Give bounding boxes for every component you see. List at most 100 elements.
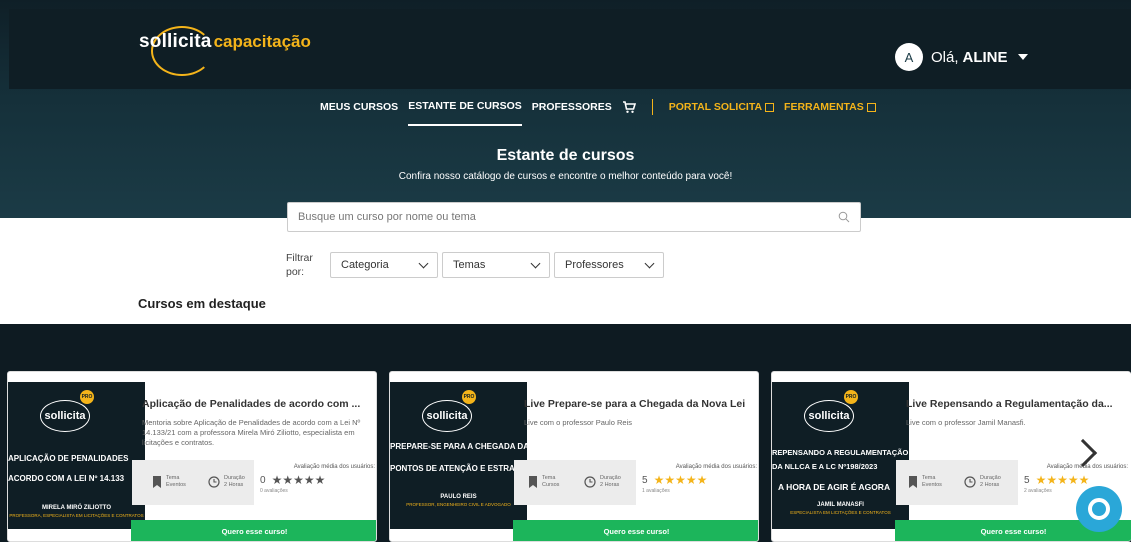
- buy-course-button[interactable]: Quero esse curso!: [131, 520, 376, 541]
- course-card[interactable]: sollicita PRO PREPARE-SE PARA A CHEGADA …: [389, 371, 759, 542]
- chat-button[interactable]: [1076, 486, 1122, 532]
- nav-professores[interactable]: PROFESSORES: [532, 101, 612, 125]
- section-title: Cursos em destaque: [138, 296, 266, 311]
- pro-badge-icon: PRO: [844, 390, 858, 404]
- course-meta: Tema Cursos Duração 2 Horas: [514, 460, 636, 505]
- filter-label-line1: Filtrar: [286, 252, 313, 264]
- external-link-icon: [765, 102, 775, 112]
- sollicita-badge-icon: sollicita: [40, 400, 90, 432]
- chevron-down-icon: [644, 258, 655, 268]
- nav-ferramentas-label: FERRAMENTAS: [784, 101, 864, 113]
- nav-portal-solicita-label: PORTAL SOLICITA: [668, 101, 763, 113]
- search-input[interactable]: [298, 211, 838, 223]
- caret-down-icon: [1017, 54, 1028, 60]
- meta-theme-value: Eventos: [166, 482, 186, 488]
- sollicita-badge-icon: sollicita: [804, 400, 854, 432]
- thumb-teacher-name: JAMIL MANASFI: [817, 502, 864, 508]
- clock-icon: [208, 476, 220, 488]
- star-icon: ★: [1057, 473, 1068, 487]
- pro-badge-icon: PRO: [462, 390, 476, 404]
- page-title: Estante de cursos: [496, 147, 635, 164]
- star-icon: ★: [293, 473, 304, 487]
- brand-logo[interactable]: sollicita capacitação: [139, 26, 311, 76]
- top-bar: sollicita capacitação A Olá, ALINE: [9, 9, 1131, 89]
- category-select-value: Categoria: [341, 259, 389, 271]
- page-subtitle: Confira nosso catálogo de cursos e encon…: [398, 171, 733, 182]
- star-icon: ★: [271, 473, 283, 487]
- cart-icon[interactable]: [622, 100, 636, 126]
- meta-duration-label: Duração: [224, 475, 245, 481]
- filter-label-line2: por:: [286, 266, 305, 278]
- star-icon: ★: [675, 473, 686, 487]
- meta-duration-value: 2 Horas: [980, 482, 1000, 488]
- buy-course-button[interactable]: Quero esse curso!: [513, 520, 758, 541]
- meta-duration-label: Duração: [980, 475, 1001, 481]
- course-thumbnail[interactable]: sollicita PRO PREPARE-SE PARA A CHEGADA …: [390, 382, 527, 529]
- nav-meus-cursos[interactable]: MEUS CURSOS: [320, 101, 398, 125]
- thumb-teacher-role: ESPECIALISTA EM LICITAÇÕES E CONTRATOS: [790, 510, 891, 515]
- teachers-select[interactable]: Professores: [554, 252, 664, 278]
- course-description: Mentoria sobre Aplicação de Penalidades …: [142, 418, 361, 447]
- course-thumbnail[interactable]: sollicita PRO REPENSANDO A REGULAMENTAÇÃ…: [772, 382, 909, 529]
- star-icon: ★: [653, 473, 665, 487]
- nav-portal-solicita[interactable]: PORTAL SOLICITA: [668, 101, 775, 125]
- course-thumbnail[interactable]: sollicita PRO APLICAÇÃO DE PENALIDADES A…: [8, 382, 145, 529]
- clock-icon: [584, 476, 596, 488]
- bookmark-icon: [909, 476, 917, 488]
- external-link-icon: [866, 102, 876, 112]
- nav-divider: [651, 99, 653, 115]
- rating-stars: ★ ★ ★ ★ ★: [654, 474, 708, 486]
- course-rating: Avaliação média dos usuários: 5 ★ ★ ★ ★ ★ 1 …: [642, 464, 757, 494]
- course-title[interactable]: Live Prepare-se para a Chegada da Nova L…: [524, 398, 752, 410]
- thumb-line: DA NLLCA E A LC Nº198/2023: [772, 462, 878, 471]
- thumb-line: PREPARE-SE PARA A CHEGADA DA: [390, 442, 527, 451]
- user-greeting: Olá,: [931, 48, 959, 66]
- user-name: ALINE: [962, 48, 1008, 66]
- search-icon[interactable]: [838, 211, 850, 223]
- brand-suffix: capacitação: [213, 32, 311, 51]
- thumb-line: REPENSANDO A REGULAMENTAÇÃO: [772, 448, 909, 457]
- meta-theme-value: Eventos: [922, 482, 942, 488]
- meta-theme: Tema Eventos: [152, 475, 186, 489]
- star-icon: ★: [696, 473, 708, 487]
- rating-count: 1 avaliações: [642, 488, 670, 494]
- user-menu[interactable]: A Olá, ALINE: [895, 43, 1028, 71]
- search-box: [287, 202, 861, 232]
- thumb-teacher-role: PROFESSORA, ESPECIALISTA EM LICITAÇÕES E…: [9, 513, 144, 518]
- chevron-down-icon: [418, 258, 429, 268]
- meta-duration-label: Duração: [600, 475, 621, 481]
- thumb-teacher-name: PAULO REIS: [440, 494, 477, 500]
- rating-label: Avaliação média dos usuários:: [293, 464, 375, 470]
- sollicita-badge-icon: sollicita: [422, 400, 472, 432]
- meta-theme-value: Cursos: [542, 482, 560, 488]
- rating-count: 0 avaliações: [260, 488, 288, 494]
- course-description: Live com o professor Paulo Reis: [524, 418, 632, 427]
- thumb-teacher-name: MIRELA MIRÓ ZILIOTTO: [42, 505, 111, 511]
- themes-select[interactable]: Temas: [442, 252, 550, 278]
- rating-stars: ★ ★ ★ ★ ★: [1036, 474, 1090, 486]
- thumb-line: ACORDO COM A LEI Nº 14.133: [8, 474, 125, 483]
- page: sollicita capacitação A Olá, ALINE MEUS …: [0, 0, 1131, 542]
- main-nav: MEUS CURSOS ESTANTE DE CURSOS PROFESSORE…: [320, 99, 876, 127]
- avatar: A: [895, 43, 923, 71]
- category-select[interactable]: Categoria: [330, 252, 438, 278]
- course-card[interactable]: sollicita PRO APLICAÇÃO DE PENALIDADES A…: [7, 371, 377, 542]
- star-icon: ★: [685, 473, 697, 487]
- course-meta: Tema Eventos Duração 2 Horas: [132, 460, 254, 505]
- course-title[interactable]: Aplicação de Penalidades de acordo com .…: [142, 398, 370, 410]
- nav-estante-de-cursos[interactable]: ESTANTE DE CURSOS: [408, 100, 522, 126]
- star-icon: ★: [282, 473, 294, 487]
- nav-ferramentas[interactable]: FERRAMENTAS: [784, 101, 876, 125]
- meta-theme-label: Tema: [922, 475, 936, 481]
- course-rating: Avaliação média dos usuários: 0 ★ ★ ★ ★ ★ 0 …: [260, 464, 375, 494]
- course-title[interactable]: Live Repensando a Regulamentação da...: [906, 398, 1131, 410]
- star-icon: ★: [664, 473, 676, 487]
- bookmark-icon: [529, 476, 537, 488]
- bookmark-icon: [153, 476, 161, 488]
- thumb-line: APLICAÇÃO DE PENALIDADES: [8, 454, 129, 463]
- pro-badge-icon: PRO: [80, 390, 94, 404]
- meta-theme-label: Tema: [166, 475, 180, 481]
- thumb-line: A HORA DE AGIR É AGORA: [778, 482, 891, 492]
- course-meta: Tema Eventos Duração 2 Horas: [896, 460, 1018, 505]
- star-icon: ★: [303, 473, 315, 487]
